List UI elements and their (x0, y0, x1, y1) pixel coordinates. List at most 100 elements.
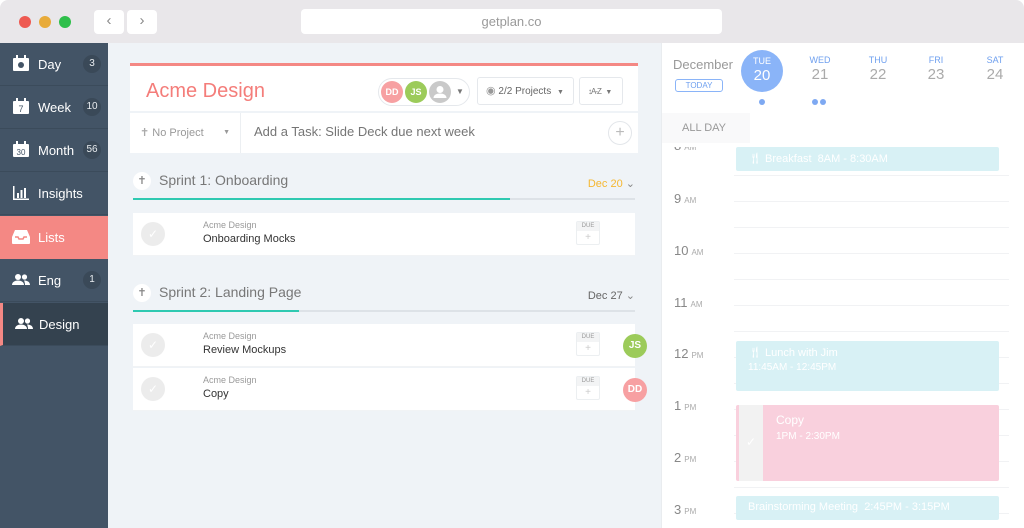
list-header: Acme Design DD JS ▼ ◉ 2/2 Projects ▼ ↕A-… (130, 63, 638, 111)
avatar: DD (381, 81, 403, 103)
hour-label: 1 PM (674, 398, 697, 413)
complete-task-checkbox[interactable]: ✓ (141, 377, 165, 401)
count-badge: 3 (83, 55, 101, 73)
calendar-event[interactable]: 🍴︎ Lunch with Jim 11:45AM - 12:45PM (736, 341, 999, 391)
task-name: Review Mockups (203, 344, 287, 356)
complete-task-checkbox[interactable]: ✓ (141, 333, 165, 357)
add-task-input[interactable] (254, 124, 594, 139)
sidebar-item-week[interactable]: 7 Week 10 (0, 86, 108, 129)
sprint-progress-fill (133, 310, 299, 312)
plus-icon: + (585, 232, 591, 243)
projects-filter-label: 2/2 Projects (498, 86, 552, 97)
minimize-window-button[interactable] (39, 16, 51, 28)
event-indicator-dot (820, 99, 826, 105)
hour-label: 10 AM (674, 243, 704, 258)
main-panel: Acme Design DD JS ▼ ◉ 2/2 Projects ▼ ↕A-… (108, 43, 661, 528)
hour-label: 12 PM (674, 346, 704, 361)
project-selector[interactable]: ✝ No Project ▼ (130, 113, 241, 153)
task-project: Acme Design (203, 331, 257, 341)
caret-down-icon: ▼ (223, 129, 230, 136)
hour-gridline (734, 253, 1009, 254)
maximize-window-button[interactable] (59, 16, 71, 28)
assignee-avatar[interactable]: JS (623, 334, 647, 358)
sprint-due-date[interactable]: Dec 27 ⌄ (588, 289, 635, 302)
month-label: December (673, 57, 733, 72)
chevron-down-icon: ⌄ (625, 178, 635, 190)
inbox-icon (12, 230, 30, 244)
due-date-button[interactable]: DUE + (576, 376, 600, 400)
sidebar-item-label: Month (38, 143, 75, 158)
due-date-button[interactable]: DUE + (576, 221, 600, 245)
people-icon (15, 318, 33, 329)
task-row[interactable]: ✓ Acme Design Copy DUE + DD (133, 368, 647, 411)
event-indicator-dot (759, 99, 765, 105)
calendar-event[interactable]: 🍴︎ Breakfast 8AM - 8:30AM (736, 147, 999, 171)
task-row[interactable]: ✓ Acme Design Onboarding Mocks DUE + (133, 213, 635, 256)
avatar: JS (405, 81, 427, 103)
fork-knife-icon: 🍴︎ (748, 347, 762, 359)
caret-down-icon: ▼ (556, 89, 564, 96)
calendar-event[interactable]: ✓ Copy 1PM - 2:30PM (736, 405, 999, 481)
sprint-progress-bar (133, 198, 635, 200)
assignee-avatar[interactable]: DD (623, 378, 647, 402)
task-row[interactable]: ✓ Acme Design Review Mockups DUE + JS (133, 324, 647, 367)
sidebar-item-day[interactable]: Day 3 (0, 43, 108, 86)
svg-text:7: 7 (18, 104, 23, 114)
hour-label: 3 PM (674, 502, 697, 517)
day-header-wed[interactable]: WED 21 (798, 55, 842, 83)
plus-icon: + (585, 387, 591, 398)
sidebar-item-month[interactable]: 30 Month 56 (0, 129, 108, 172)
calendar-day-icon (13, 55, 29, 71)
task-project: Acme Design (203, 375, 257, 385)
complete-task-checkbox[interactable]: ✓ (141, 222, 165, 246)
calendar-time-grid[interactable]: 8AM 9AM 10AM 11AM 12PM 1PM 2PM 3PM 🍴︎ Br… (662, 147, 1024, 528)
task-project: Acme Design (203, 220, 257, 230)
count-badge: 10 (83, 98, 101, 116)
sidebar-item-lists[interactable]: Lists (0, 216, 108, 259)
pin-icon: ✝ (133, 172, 151, 190)
sprint-due-date[interactable]: Dec 20 ⌄ (588, 177, 635, 190)
sidebar-item-design[interactable]: Design (0, 303, 108, 346)
sidebar-item-label: Design (39, 317, 80, 332)
today-button[interactable]: TODAY (675, 79, 723, 92)
people-icon (12, 274, 30, 285)
add-task-button[interactable]: + (608, 121, 632, 145)
hour-gridline (734, 227, 1009, 228)
event-complete-toggle[interactable]: ✓ (739, 405, 763, 481)
sidebar-item-insights[interactable]: Insights (0, 172, 108, 215)
day-header-thu[interactable]: THU 22 (856, 55, 900, 83)
sprint-name: Sprint 1: Onboarding (159, 172, 289, 188)
pin-icon: ✝ (140, 127, 150, 139)
due-date-button[interactable]: DUE + (576, 332, 600, 356)
bar-chart-icon (13, 186, 29, 200)
all-day-row[interactable]: ALL DAY (662, 113, 750, 143)
calendar-event[interactable]: Brainstorming Meeting 2:45PM - 3:15PM (736, 496, 999, 520)
chevron-right-icon: › (139, 12, 145, 29)
sidebar: Day 3 7 Week 10 30 Month 56 Insights Lis… (0, 43, 108, 528)
count-badge: 1 (83, 271, 101, 289)
sort-button[interactable]: ↕A-Z ▼ (579, 77, 623, 105)
hour-gridline (734, 279, 1009, 280)
day-header-fri[interactable]: FRI 23 (914, 55, 958, 83)
sort-az-icon: ↕A-Z (588, 87, 602, 96)
address-bar[interactable]: getplan.co (301, 9, 722, 34)
members-selector[interactable]: DD JS ▼ (378, 78, 470, 106)
back-button[interactable]: ‹ (94, 10, 124, 34)
sidebar-item-label: Eng (38, 273, 62, 288)
sidebar-item-eng[interactable]: Eng 1 (0, 259, 108, 302)
hour-gridline (734, 305, 1009, 306)
sprint-progress-bar (133, 310, 635, 312)
hour-label: 11 AM (674, 295, 703, 310)
browser-chrome: ‹ › getplan.co (0, 0, 1024, 43)
chevron-down-icon: ⌄ (625, 290, 635, 302)
projects-filter-button[interactable]: ◉ 2/2 Projects ▼ (477, 77, 574, 105)
day-header-tue[interactable]: TUE 20 (741, 50, 783, 92)
day-header-sat[interactable]: SAT 24 (973, 55, 1017, 83)
forward-button[interactable]: › (127, 10, 157, 34)
close-window-button[interactable] (19, 16, 31, 28)
sidebar-item-label: Week (38, 100, 71, 115)
calendar-week-icon: 7 (13, 98, 29, 114)
project-selector-label: No Project (152, 127, 204, 139)
hour-label: 9 AM (674, 191, 697, 206)
plus-icon: + (615, 124, 625, 141)
